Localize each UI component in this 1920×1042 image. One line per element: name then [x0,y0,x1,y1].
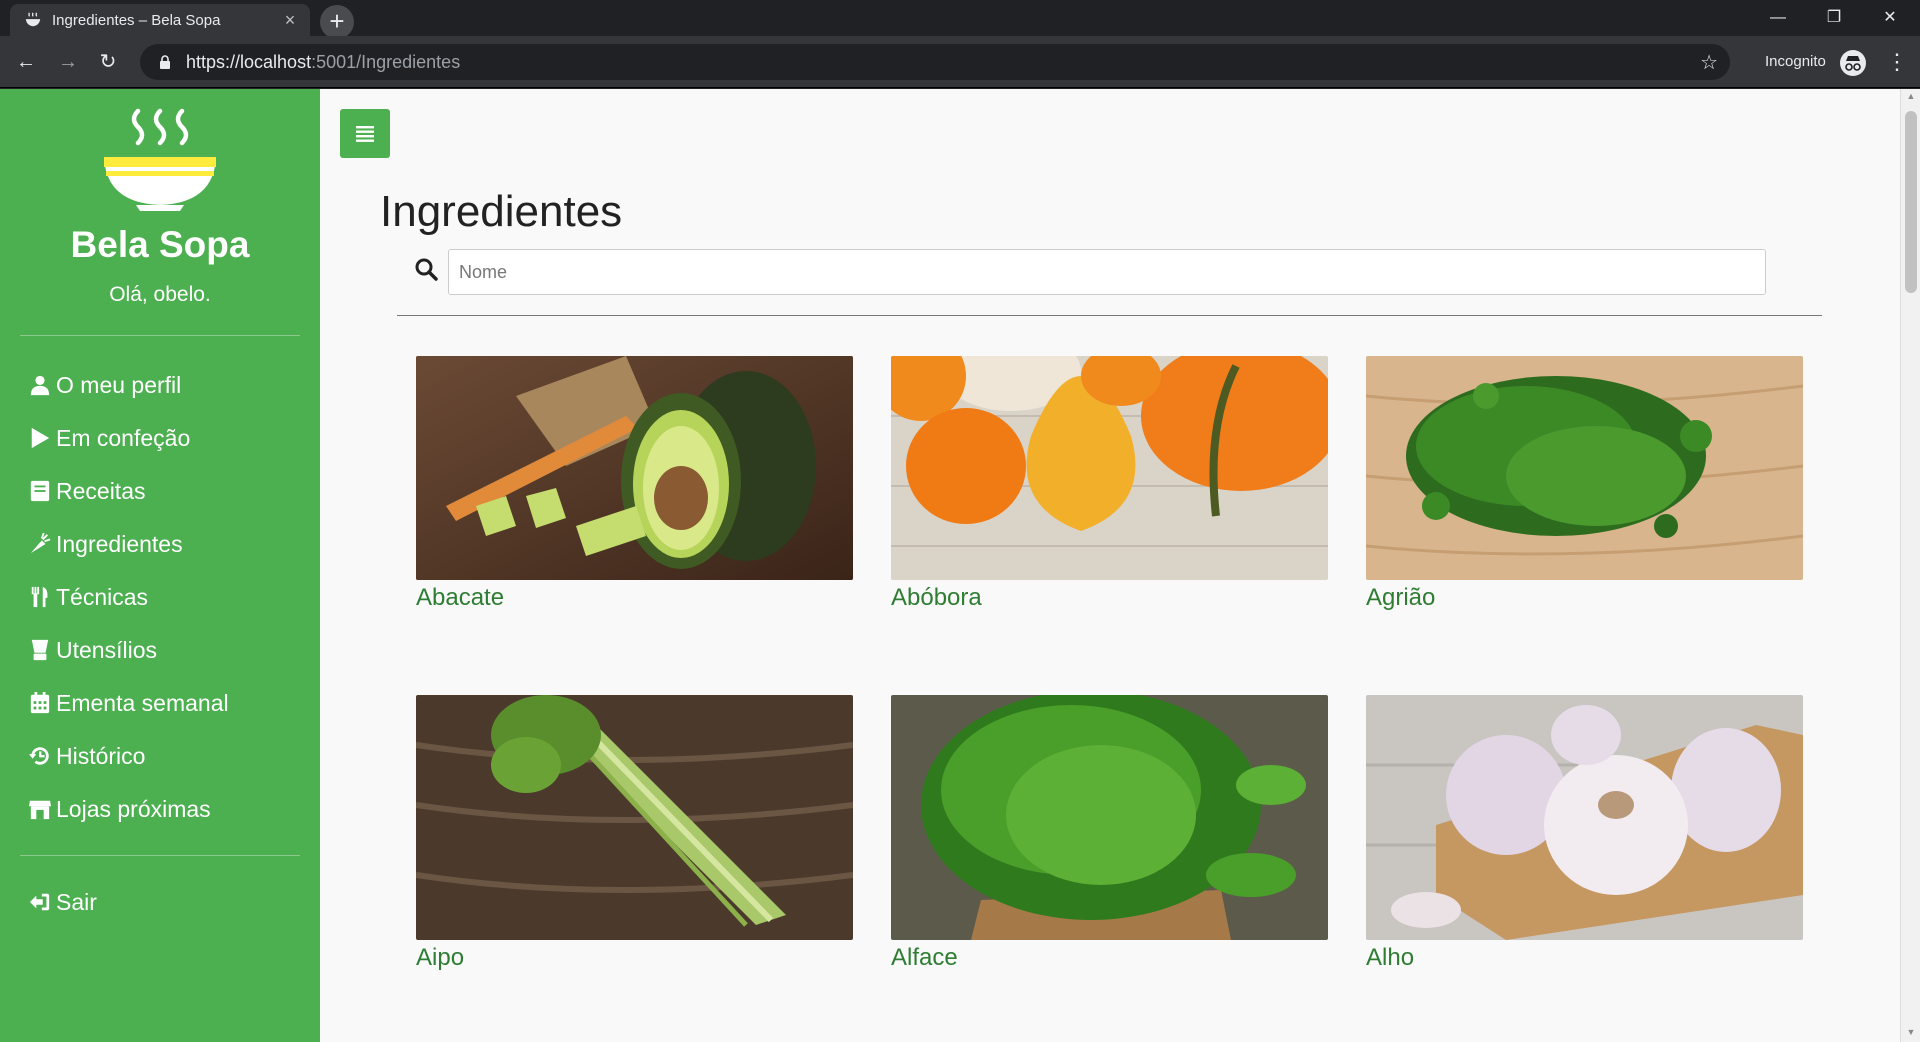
sign-out-icon [28,890,52,914]
ingredient-image [416,695,853,940]
carrot-icon [28,532,52,556]
sidebar-item-label: Sair [56,888,97,915]
browser-menu-icon[interactable]: ⋮ [1886,49,1908,75]
ingredient-card[interactable]: Abacate [416,356,853,612]
search-icon [415,258,438,281]
tab-close-icon[interactable]: × [280,10,300,30]
ingredient-card[interactable]: Abóbora [891,356,1328,612]
store-icon [28,797,52,821]
new-tab-button[interactable]: + [320,5,354,39]
scroll-down-icon[interactable]: ▼ [1906,1027,1916,1037]
book-icon [28,479,52,503]
sidebar-item-sair[interactable]: Sair [28,885,97,919]
sidebar-item-label: Ementa semanal [56,689,229,716]
sidebar-item-ingredientes[interactable]: Ingredientes [28,527,183,561]
soup-bowl-icon [25,12,41,27]
scroll-up-icon[interactable]: ▲ [1906,91,1916,101]
sidebar-item-label: Receitas [56,477,146,504]
close-window-button[interactable]: ✕ [1862,0,1918,36]
ingredient-name[interactable]: Abóbora [891,584,1328,612]
page-scrollbar[interactable]: ▲ ▼ [1900,89,1920,1042]
sidebar-item-label: Em confeção [56,424,191,451]
incognito-icon[interactable] [1840,50,1866,76]
sidebar-item-label: Técnicas [56,583,149,610]
reload-button[interactable]: ↻ [92,46,124,78]
sidebar-item-label: Ingredientes [56,530,183,557]
ingredient-card[interactable]: Agrião [1366,356,1803,612]
incognito-label: Incognito [1765,53,1826,70]
bookmark-star-icon[interactable]: ☆ [1700,50,1718,75]
divider [397,315,1822,316]
play-icon [28,426,52,450]
sidebar-item-lojas-proximas[interactable]: Lojas próximas [28,792,211,826]
user-greeting: Olá, obelo. [109,283,211,306]
utensils-icon [28,585,52,609]
ingredient-image [416,356,853,580]
calendar-icon [28,691,52,715]
ingredient-name[interactable]: Agrião [1366,584,1803,612]
restore-button[interactable]: ❐ [1806,0,1862,36]
url-path: :5001/Ingredientes [311,51,461,72]
sidebar-item-ementa-semanal[interactable]: Ementa semanal [28,686,229,720]
ingredient-search-input[interactable] [448,249,1766,295]
web-page: Bela Sopa Olá, obelo. O meu perfil Em co… [0,89,1920,1042]
url-text: https://localhost:5001/Ingredientes [186,52,460,73]
browser-tab-strip: Ingredientes – Bela Sopa × + — ❐ ✕ [0,0,1920,39]
sidebar-item-label: Utensílios [56,636,157,663]
back-button[interactable]: ← [10,46,42,78]
ingredient-name[interactable]: Alho [1366,944,1803,972]
ingredient-card[interactable]: Alface [891,695,1328,972]
sidebar-item-label: O meu perfil [56,371,182,398]
user-icon [28,373,52,397]
forward-button[interactable]: → [52,46,84,78]
sidebar-item-o-meu-perfil[interactable]: O meu perfil [28,368,181,402]
ingredient-name[interactable]: Aipo [416,944,853,972]
address-bar[interactable]: https://localhost:5001/Ingredientes ☆ [140,44,1730,80]
sidebar-item-em-confecao[interactable]: Em confeção [28,421,190,455]
minimize-button[interactable]: — [1750,0,1806,36]
ingredient-card[interactable]: Alho [1366,695,1803,972]
ingredient-name[interactable]: Abacate [416,584,853,612]
list-icon [356,125,374,142]
tab-title: Ingredientes – Bela Sopa [52,11,221,29]
sidebar-divider [20,335,300,336]
page-title: Ingredientes [380,187,623,236]
history-icon [28,744,52,768]
sidebar-item-receitas[interactable]: Receitas [28,474,145,508]
sidebar-toggle-button[interactable] [340,109,390,158]
sidebar-item-historico[interactable]: Histórico [28,739,145,773]
sidebar-divider [20,855,300,856]
ingredient-card[interactable]: Aipo [416,695,853,972]
lock-icon [154,55,176,69]
ingredient-image [891,695,1328,940]
scroll-thumb[interactable] [1905,111,1917,293]
sidebar-item-tecnicas[interactable]: Técnicas [28,580,148,614]
ingredient-image [1366,356,1803,580]
ingredient-image [891,356,1328,580]
ingredient-name[interactable]: Alface [891,944,1328,972]
sidebar-item-label: Histórico [56,742,146,769]
browser-tab[interactable]: Ingredientes – Bela Sopa × [10,4,310,36]
url-host: https://localhost [186,51,312,72]
ingredient-image [1366,695,1803,940]
soup-bowl-logo [104,108,216,211]
sidebar-item-utensilios[interactable]: Utensílios [28,633,157,667]
main-content: Ingredientes Abacate [320,89,1900,1042]
brand-name: Bela Sopa [70,224,250,265]
sidebar-item-label: Lojas próximas [56,795,211,822]
browser-toolbar: ← → ↻ https://localhost:5001/Ingrediente… [0,36,1920,88]
blender-icon [28,638,52,662]
sidebar: Bela Sopa Olá, obelo. O meu perfil Em co… [0,89,320,1042]
